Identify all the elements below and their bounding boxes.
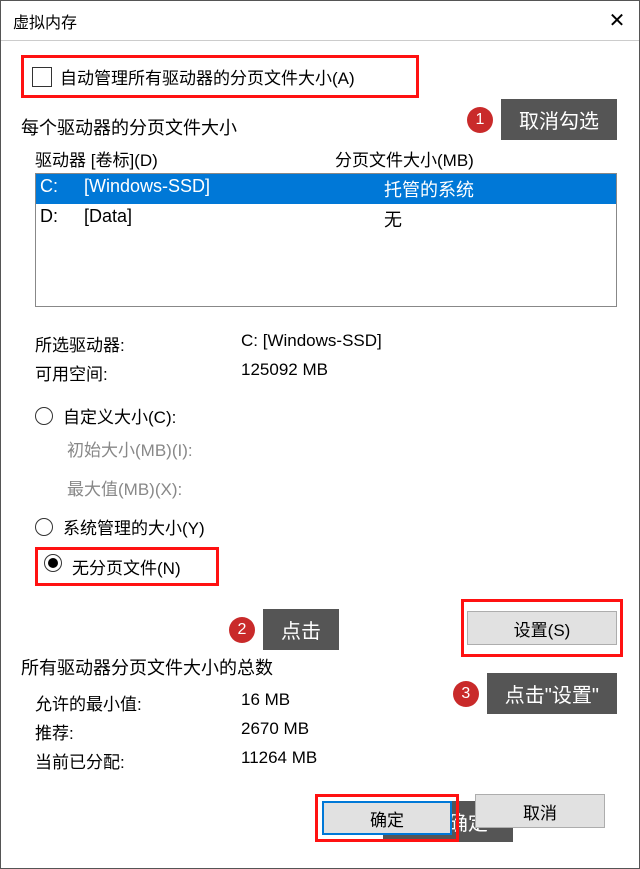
callout-2: 2 点击 [229, 609, 339, 650]
initial-size-label: 初始大小(MB)(I): [67, 436, 239, 461]
drive-header-col1: 驱动器 [卷标](D) [35, 146, 335, 171]
window-title: 虚拟内存 [13, 9, 77, 33]
min-label: 允许的最小值: [35, 690, 241, 715]
radio-system-managed[interactable]: 系统管理的大小(Y) [35, 514, 619, 539]
cancel-button[interactable]: 取消 [475, 794, 605, 828]
rec-value: 2670 MB [241, 719, 309, 744]
drive-list[interactable]: C: [Windows-SSD] 托管的系统 D: [Data] 无 [35, 173, 617, 307]
set-button[interactable]: 设置(S) [467, 611, 617, 645]
radio-custom-size[interactable]: 自定义大小(C): [35, 403, 619, 428]
radio-icon[interactable] [35, 518, 53, 536]
radio-icon[interactable] [44, 554, 62, 572]
radio-no-paging[interactable]: 无分页文件(N) [35, 547, 219, 586]
drive-header: 驱动器 [卷标](D) 分页文件大小(MB) [35, 146, 619, 171]
callout-1: 1 取消勾选 [467, 99, 617, 140]
drive-row[interactable]: C: [Windows-SSD] 托管的系统 [36, 174, 616, 204]
selected-drive-label: 所选驱动器: [35, 331, 241, 356]
auto-manage-label: 自动管理所有驱动器的分页文件大小(A) [60, 64, 355, 89]
cur-value: 11264 MB [241, 748, 317, 773]
close-icon[interactable]: ✕ [595, 1, 639, 41]
drive-row[interactable]: D: [Data] 无 [36, 204, 616, 234]
selected-drive-value: C: [Windows-SSD] [241, 331, 382, 356]
callout-3: 3 点击"设置" [453, 673, 617, 714]
cur-label: 当前已分配: [35, 748, 241, 773]
rec-label: 推荐: [35, 719, 241, 744]
ok-button[interactable]: 确定 [322, 801, 452, 835]
free-space-label: 可用空间: [35, 360, 241, 385]
titlebar: 虚拟内存 ✕ [1, 1, 639, 41]
free-space-value: 125092 MB [241, 360, 328, 385]
drive-header-col2: 分页文件大小(MB) [335, 146, 474, 171]
radio-icon[interactable] [35, 407, 53, 425]
min-value: 16 MB [241, 690, 290, 715]
checkbox-icon[interactable] [32, 67, 52, 87]
auto-manage-checkbox-row[interactable]: 自动管理所有驱动器的分页文件大小(A) [21, 55, 419, 98]
max-size-label: 最大值(MB)(X): [67, 475, 239, 500]
